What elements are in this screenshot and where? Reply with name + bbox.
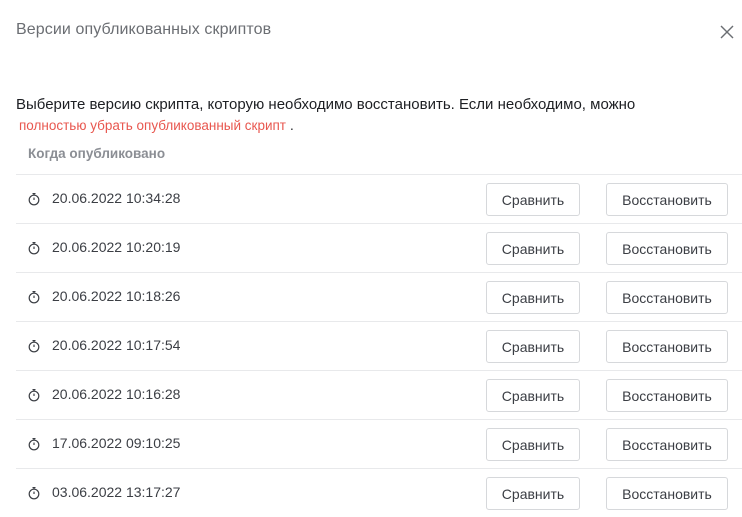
remove-published-script-link[interactable]: полностью убрать опубликованный скрипт <box>19 118 286 133</box>
dialog-title: Версии опубликованных скриптов <box>16 21 272 38</box>
column-header-published: Когда опубликовано <box>28 146 166 161</box>
table-row: 20.06.2022 10:16:28 Сравнить Восстановит… <box>16 370 742 419</box>
published-date: 20.06.2022 10:17:54 <box>52 337 181 353</box>
published-date: 03.06.2022 13:17:27 <box>52 484 181 500</box>
table-row: 20.06.2022 10:34:28 Сравнить Восстановит… <box>16 174 742 223</box>
close-button[interactable] <box>716 21 738 43</box>
published-date: 20.06.2022 10:18:26 <box>52 288 181 304</box>
restore-button[interactable]: Восстановить <box>606 379 728 412</box>
compare-button[interactable]: Сравнить <box>486 232 580 265</box>
table-row: 20.06.2022 10:20:19 Сравнить Восстановит… <box>16 223 742 272</box>
close-icon <box>720 25 734 39</box>
compare-button[interactable]: Сравнить <box>486 183 580 216</box>
published-date: 17.06.2022 09:10:25 <box>52 435 181 451</box>
stopwatch-icon <box>28 389 40 402</box>
compare-button[interactable]: Сравнить <box>486 428 580 461</box>
table-row: 20.06.2022 10:18:26 Сравнить Восстановит… <box>16 272 742 321</box>
description-suffix: . <box>290 118 294 133</box>
stopwatch-icon <box>28 242 40 255</box>
compare-button[interactable]: Сравнить <box>486 477 580 510</box>
compare-button[interactable]: Сравнить <box>486 379 580 412</box>
restore-button[interactable]: Восстановить <box>606 183 728 216</box>
stopwatch-icon <box>28 340 40 353</box>
stopwatch-icon <box>28 487 40 500</box>
table-row: 03.06.2022 13:17:27 Сравнить Восстановит… <box>16 468 742 517</box>
published-date: 20.06.2022 10:34:28 <box>52 190 181 206</box>
table-row: 20.06.2022 10:17:54 Сравнить Восстановит… <box>16 321 742 370</box>
compare-button[interactable]: Сравнить <box>486 281 580 314</box>
description-text: Выберите версию скрипта, которую необход… <box>16 96 636 113</box>
table-row: 17.06.2022 09:10:25 Сравнить Восстановит… <box>16 419 742 468</box>
restore-button[interactable]: Восстановить <box>606 281 728 314</box>
stopwatch-icon <box>28 291 40 304</box>
stopwatch-icon <box>28 193 40 206</box>
restore-button[interactable]: Восстановить <box>606 428 728 461</box>
description-link-line: полностью убрать опубликованный скрипт. <box>19 117 294 135</box>
restore-button[interactable]: Восстановить <box>606 330 728 363</box>
stopwatch-icon <box>28 438 40 451</box>
restore-button[interactable]: Восстановить <box>606 232 728 265</box>
published-date: 20.06.2022 10:16:28 <box>52 386 181 402</box>
versions-table: 20.06.2022 10:34:28 Сравнить Восстановит… <box>16 174 742 517</box>
versions-dialog: Версии опубликованных скриптов Выберите … <box>0 0 742 517</box>
restore-button[interactable]: Восстановить <box>606 477 728 510</box>
published-date: 20.06.2022 10:20:19 <box>52 239 181 255</box>
compare-button[interactable]: Сравнить <box>486 330 580 363</box>
